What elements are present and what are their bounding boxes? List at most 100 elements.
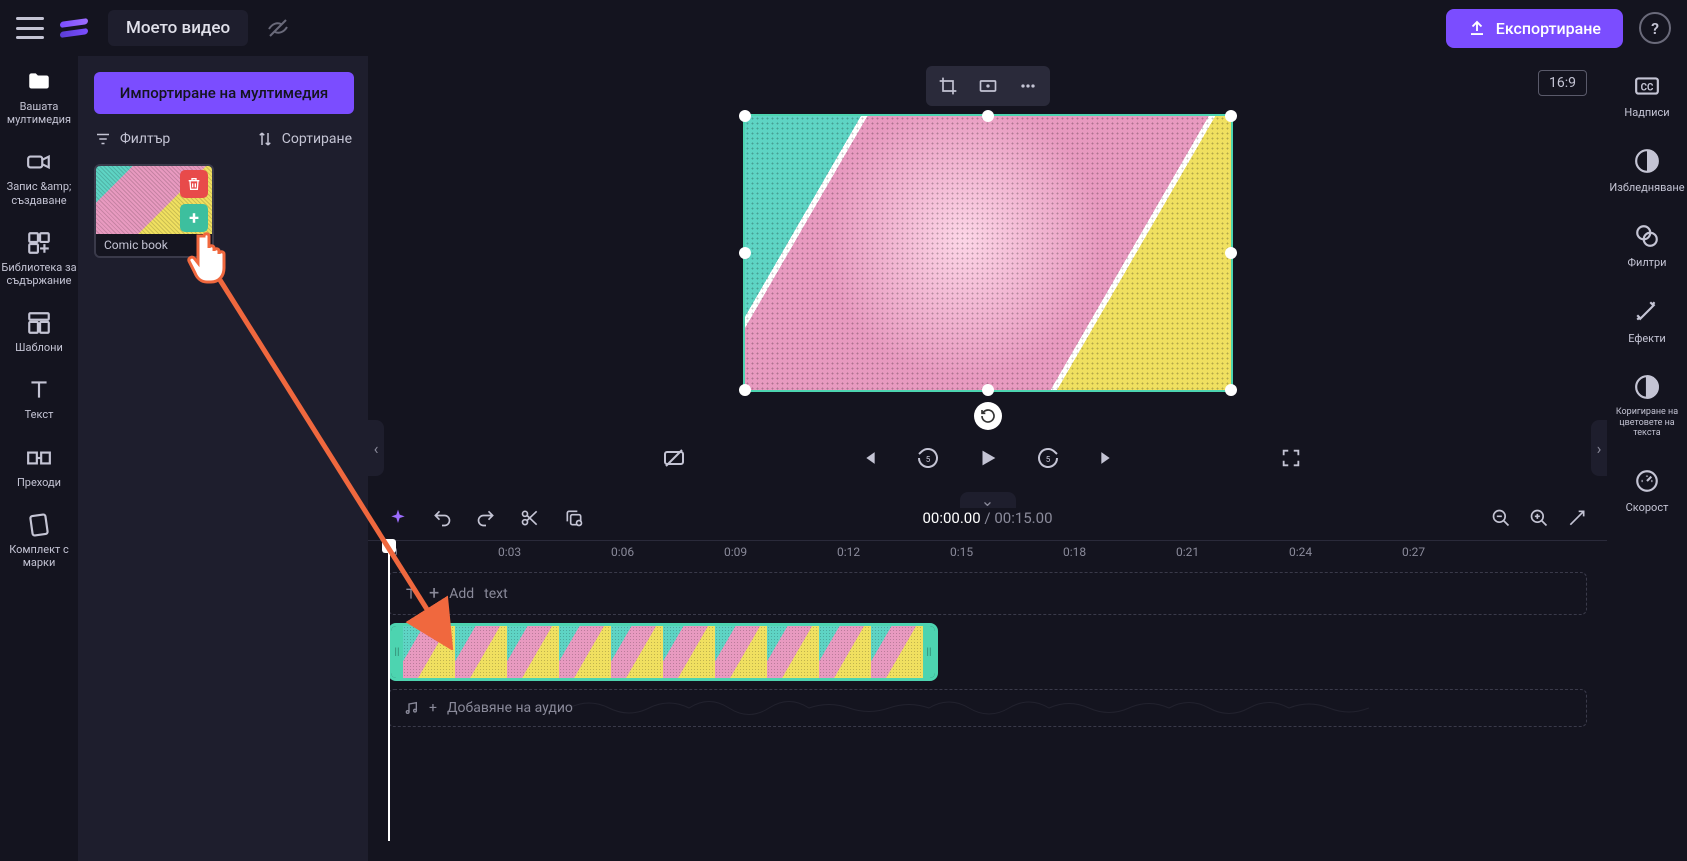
filter-sort-row: Филтър Сортиране <box>94 130 352 148</box>
sidebar-brand-kit[interactable]: Комплект с марки <box>0 511 78 569</box>
duplicate-button[interactable] <box>564 508 584 528</box>
ruler-tick: 0:27 <box>1402 545 1425 559</box>
preview-area: 16:9 5 5 <box>368 56 1607 496</box>
menu-button[interactable] <box>16 17 44 39</box>
effects-button[interactable]: Ефекти <box>1628 298 1666 345</box>
copy-plus-icon <box>564 508 584 528</box>
sort-button[interactable]: Сортиране <box>256 130 352 148</box>
canvas-content <box>745 116 1231 390</box>
sidebar-record-create[interactable]: Запис &amp; създаване <box>0 148 78 206</box>
resize-handle-tm[interactable] <box>982 110 994 122</box>
zoom-in-button[interactable] <box>1529 508 1549 528</box>
scissors-icon <box>520 508 540 528</box>
sidebar-label: Текст <box>25 408 54 421</box>
zoom-out-button[interactable] <box>1491 508 1511 528</box>
filter-button[interactable]: Филтър <box>94 130 170 148</box>
adjust-color-button[interactable]: Коригиране на цветовете на текста <box>1607 373 1687 439</box>
project-title[interactable]: Моето видео <box>108 10 248 46</box>
right-label: Филтри <box>1627 256 1666 269</box>
fullscreen-icon <box>1280 447 1302 469</box>
text-track[interactable]: + Add text <box>388 572 1587 615</box>
zoom-fit-button[interactable] <box>1567 508 1587 528</box>
sidebar-label: Вашата мултимедия <box>0 100 78 126</box>
clip-handle-left[interactable]: || <box>391 626 403 678</box>
right-label: Коригиране на цветовете на текста <box>1607 407 1687 439</box>
more-options-button[interactable] <box>1010 70 1046 102</box>
preview-canvas[interactable] <box>743 114 1233 392</box>
sidebar-your-media[interactable]: Вашата мултимедия <box>0 68 78 126</box>
ai-button[interactable] <box>388 508 408 528</box>
resize-handle-tr[interactable] <box>1225 110 1237 122</box>
timeline-time-display: 00:00.00 / 00:15.00 <box>923 509 1053 527</box>
rewind-5-button[interactable]: 5 <box>912 442 944 474</box>
left-sidebar: Вашата мултимедия Запис &amp; създаване … <box>0 56 78 861</box>
right-label: Скорост <box>1626 501 1669 514</box>
text-icon <box>25 376 53 404</box>
captions-button[interactable]: CC Надписи <box>1624 72 1669 119</box>
split-button[interactable] <box>520 508 540 528</box>
sidebar-templates[interactable]: Шаблони <box>0 309 78 354</box>
resize-handle-tl[interactable] <box>739 110 751 122</box>
svg-text:5: 5 <box>925 455 930 464</box>
resize-handle-mr[interactable] <box>1225 247 1237 259</box>
video-clip[interactable]: || || <box>388 623 938 681</box>
import-media-button[interactable]: Импортиране на мултимедия <box>94 72 354 114</box>
timeline-ruler[interactable]: :0 0:03 0:06 0:09 0:12 0:15 0:18 0:21 0:… <box>368 540 1607 566</box>
cursor-hand-overlay <box>182 226 242 286</box>
undo-button[interactable] <box>432 508 452 528</box>
skip-forward-button[interactable] <box>1092 442 1124 474</box>
sidebar-label: Библиотека за съдържание <box>0 261 78 287</box>
crop-button[interactable] <box>930 70 966 102</box>
export-button[interactable]: Експортиране <box>1446 9 1623 48</box>
sidebar-label: Преходи <box>17 476 61 489</box>
collapse-media-panel-button[interactable]: ‹ <box>368 420 384 476</box>
zoom-in-icon <box>1529 508 1549 528</box>
current-time: 00:00.00 <box>923 509 981 527</box>
preview-off-button[interactable] <box>658 442 690 474</box>
help-button[interactable]: ? <box>1639 12 1671 44</box>
redo-button[interactable] <box>476 508 496 528</box>
rotate-icon <box>980 408 996 424</box>
ruler-tick: 0:12 <box>837 545 860 559</box>
resize-handle-bm[interactable] <box>982 384 994 396</box>
video-track[interactable]: || || <box>388 621 1587 683</box>
playhead[interactable] <box>388 541 390 841</box>
delete-media-button[interactable] <box>180 170 208 198</box>
ruler-tick: 0:09 <box>724 545 747 559</box>
forward-icon: 5 <box>1036 446 1060 470</box>
add-icon: + <box>429 583 439 604</box>
transitions-icon <box>25 444 53 472</box>
speed-button[interactable]: Скорост <box>1626 467 1669 514</box>
sidebar-text[interactable]: Текст <box>0 376 78 421</box>
add-icon: + <box>429 700 437 716</box>
play-button[interactable] <box>972 442 1004 474</box>
audio-track[interactable]: + Добавяне на аудио <box>388 689 1587 727</box>
video-camera-icon <box>25 148 53 176</box>
skip-back-button[interactable] <box>852 442 884 474</box>
upload-icon <box>1468 19 1486 37</box>
fullscreen-button[interactable] <box>1275 442 1307 474</box>
forward-5-button[interactable]: 5 <box>1032 442 1064 474</box>
resize-handle-bl[interactable] <box>739 384 751 396</box>
filters-button[interactable]: Филтри <box>1627 222 1666 269</box>
rotate-handle[interactable] <box>974 402 1002 430</box>
export-label: Експортиране <box>1496 19 1601 38</box>
fit-button[interactable] <box>970 70 1006 102</box>
ruler-tick: 0:18 <box>1063 545 1086 559</box>
fade-button[interactable]: Избледняване <box>1609 147 1684 194</box>
sidebar-transitions[interactable]: Преходи <box>0 444 78 489</box>
collapse-properties-panel-button[interactable]: › <box>1591 420 1607 476</box>
aspect-ratio-button[interactable]: 16:9 <box>1538 70 1587 96</box>
clip-handle-right[interactable]: || <box>923 626 935 678</box>
preview-toolbar <box>926 66 1050 106</box>
trash-icon <box>186 176 202 192</box>
fit-icon <box>978 76 998 96</box>
visibility-off-icon[interactable] <box>264 14 292 42</box>
sidebar-content-library[interactable]: Библиотека за съдържание <box>0 229 78 287</box>
library-icon <box>25 229 53 257</box>
resize-handle-ml[interactable] <box>739 247 751 259</box>
collapse-timeline-button[interactable]: ⌄ <box>960 492 1016 508</box>
sparkle-icon <box>388 508 408 528</box>
resize-handle-br[interactable] <box>1225 384 1237 396</box>
sidebar-label: Шаблони <box>15 341 63 354</box>
